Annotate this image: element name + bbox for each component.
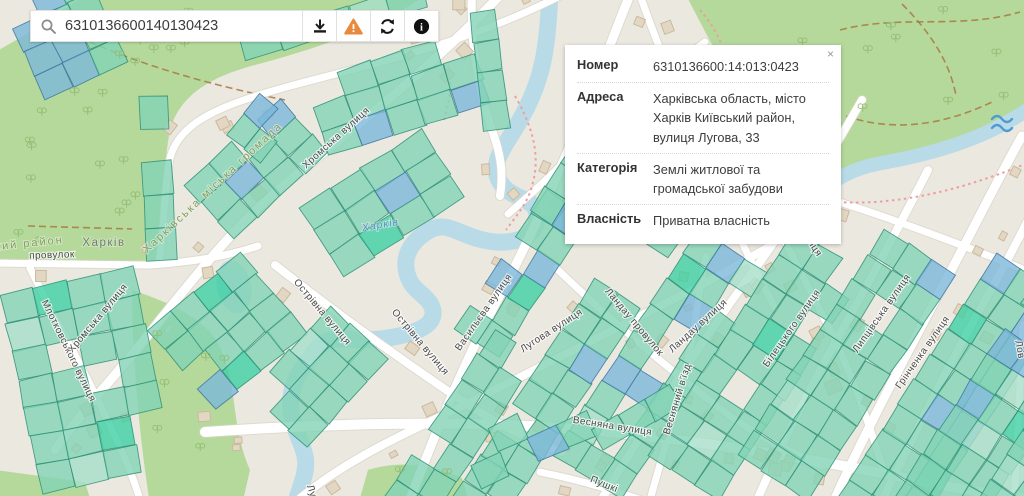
building bbox=[198, 411, 211, 421]
map-canvas[interactable]: Харківська міська громадаький районХаркі… bbox=[0, 0, 1024, 496]
cadastral-parcel[interactable] bbox=[470, 9, 499, 42]
download-button[interactable] bbox=[303, 11, 336, 41]
warning-button[interactable] bbox=[337, 11, 370, 41]
cadastral-parcel[interactable] bbox=[97, 416, 135, 450]
info-row-3: ВласністьПриватна власність bbox=[577, 205, 829, 236]
info-row-label: Власність bbox=[577, 211, 653, 230]
info-row-value: Харківська область, місто Харків Київськ… bbox=[653, 89, 829, 147]
info-row-label: Категорія bbox=[577, 160, 653, 198]
cadastral-parcel[interactable] bbox=[141, 160, 174, 197]
city-label: Харків bbox=[82, 237, 125, 249]
download-icon bbox=[312, 18, 328, 34]
search-icon bbox=[31, 11, 65, 41]
info-row-value: 6310136600:14:013:0423 bbox=[653, 57, 829, 76]
warning-icon bbox=[344, 18, 363, 35]
info-row-value: Приватна власність bbox=[653, 211, 829, 230]
info-button[interactable]: i bbox=[405, 11, 438, 41]
info-row-label: Номер bbox=[577, 57, 653, 76]
close-icon[interactable]: × bbox=[827, 48, 834, 60]
building bbox=[234, 437, 242, 444]
cadastral-parcel[interactable] bbox=[139, 96, 169, 129]
cadastral-parcel[interactable] bbox=[481, 100, 511, 131]
info-row-2: КатегоріяЗемлі житлової та громадської з… bbox=[577, 154, 829, 205]
svg-text:i: i bbox=[420, 22, 423, 33]
info-row-0: Номер6310136600:14:013:0423 bbox=[577, 51, 829, 83]
refresh-button[interactable] bbox=[371, 11, 404, 41]
parcel-info-popup: × Номер6310136600:14:013:0423АдресаХаркі… bbox=[565, 45, 841, 244]
info-row-label: Адреса bbox=[577, 89, 653, 147]
cadastral-parcel[interactable] bbox=[477, 70, 507, 103]
map-app: Харківська міська громадаький районХаркі… bbox=[0, 0, 1024, 496]
building bbox=[453, 0, 465, 10]
info-row-1: АдресаХарківська область, місто Харків К… bbox=[577, 83, 829, 154]
info-row-value: Землі житлової та громадської забудови bbox=[653, 160, 829, 198]
building bbox=[232, 444, 240, 450]
search-input[interactable] bbox=[65, 11, 302, 41]
street-label: провулок bbox=[29, 249, 75, 262]
parcel-info-rows: Номер6310136600:14:013:0423АдресаХарківс… bbox=[577, 51, 829, 236]
info-icon: i bbox=[413, 18, 430, 35]
building bbox=[202, 266, 214, 278]
search-bar: i bbox=[30, 10, 439, 42]
cadastral-parcel[interactable] bbox=[474, 39, 502, 74]
toolbar: i bbox=[302, 11, 438, 41]
refresh-icon bbox=[379, 18, 396, 35]
building bbox=[482, 164, 490, 175]
building bbox=[35, 270, 46, 281]
